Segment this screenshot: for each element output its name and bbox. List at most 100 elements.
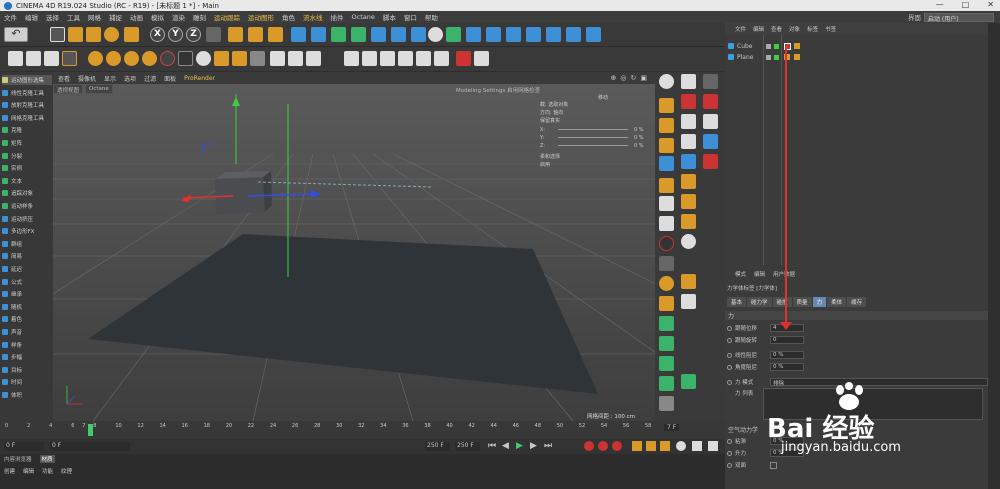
undo-button[interactable]: ↶ [4,27,28,42]
deformer-bend-icon[interactable] [703,74,718,89]
viewport-menu-item[interactable]: 过滤 [144,74,156,83]
plugin-6-icon[interactable] [434,51,449,66]
menu-item[interactable]: 工具 [67,12,80,22]
mograph-tool-item[interactable]: 克隆 [2,125,52,135]
play-icon[interactable]: ▶ [516,441,523,451]
tag-white-icon[interactable] [681,294,696,309]
mograph-tool-item[interactable]: 体积 [2,390,52,400]
two-sided-checkbox[interactable] [770,461,777,469]
timeline-playhead[interactable] [88,424,93,436]
plugin-4-icon[interactable] [398,51,413,66]
deformer-icon[interactable] [371,27,386,42]
mograph-tool-item[interactable]: 声音 [2,327,52,337]
attribute-menu-item[interactable]: 编辑 [754,270,765,280]
sphere-icon[interactable] [659,74,674,89]
octane-fog-icon[interactable] [288,51,303,66]
lift-field[interactable]: 0 % [770,449,804,457]
mograph-tool-item[interactable]: 群组 [2,239,52,249]
menu-item[interactable]: 选择 [46,12,59,22]
menu-item[interactable]: 文件 [4,12,17,22]
octane-geo-icon[interactable] [270,51,285,66]
record-icon[interactable] [584,441,594,451]
x-slider[interactable] [558,129,628,130]
heart-icon[interactable] [681,234,696,249]
mograph-tool-item[interactable]: 着色 [2,314,52,324]
visibility-icon[interactable] [766,54,771,60]
viewport-rotate-icon[interactable]: ↻ [631,74,637,82]
object-manager-menu-item[interactable]: 查看 [771,25,782,33]
mograph-tool-item[interactable]: 实例 [2,163,52,173]
octane-volume-icon[interactable] [232,51,247,66]
menu-item[interactable]: 网格 [88,12,101,22]
attribute-tab[interactable]: 柔体 [827,297,847,307]
modeling-axis-icon[interactable] [659,316,674,331]
mograph-tool-item[interactable]: 时间 [2,377,52,387]
angular-damping-field[interactable]: 0 % [770,363,804,371]
material-tag-icon[interactable] [794,43,800,49]
mograph-tool-item[interactable]: 步幅 [2,352,52,362]
menu-item[interactable]: 插件 [331,12,344,22]
octane-object-icon[interactable] [178,51,193,66]
c-hook-icon[interactable] [681,154,696,169]
rotate-tool-icon[interactable] [104,27,119,42]
select-tool-icon[interactable] [50,27,65,42]
new-scene-icon[interactable] [8,51,23,66]
menu-item[interactable]: 角色 [282,12,295,22]
tag-orange-3-icon[interactable] [681,214,696,229]
attribute-tab[interactable]: 碰力学 [747,297,772,307]
3d-viewport[interactable]: 透视视图 Octane Modeling Settings 启用网格检查 移动 截… [53,84,655,421]
mograph-tool-item[interactable]: 样条 [2,340,52,350]
viewport-menu-item[interactable]: 面板 [164,74,176,83]
object-manager-menu-item[interactable]: 书签 [825,25,836,33]
menu-item[interactable]: 捕捉 [109,12,122,22]
octane-tag-icon[interactable] [214,51,229,66]
attribute-tab[interactable]: 缓存 [847,297,867,307]
attribute-tab[interactable]: 基本 [727,297,747,307]
material-menu-texture[interactable]: 纹理 [61,467,72,475]
texture-mode-icon[interactable] [659,178,674,193]
camera-icon[interactable] [411,27,426,42]
octane-aov-icon[interactable] [306,51,321,66]
workplane-icon[interactable] [586,27,601,42]
key-position-icon[interactable] [632,441,642,451]
object-manager-menu-item[interactable]: 对象 [789,25,800,33]
mograph-tool-item[interactable]: 矩阵 [2,138,52,148]
follow-rotation-field[interactable]: 0 [770,336,804,344]
menu-item[interactable]: 模拟 [151,12,164,22]
mograph-tool-item[interactable]: 运动图形选集 [2,75,52,85]
z-slider[interactable] [558,145,628,146]
visibility-icon[interactable] [766,43,771,49]
force-list[interactable] [763,388,983,420]
mograph-tool-item[interactable]: 目标 [2,365,52,375]
octane-light-icon[interactable] [142,51,157,66]
anim-dot-icon[interactable] [727,325,732,331]
menu-item[interactable]: 脚本 [383,12,396,22]
anim-dot-icon[interactable] [727,450,732,456]
mograph-tool-item[interactable]: 文本 [2,176,52,186]
recent-tool-icon[interactable] [124,27,139,42]
mograph-tool-item[interactable]: 放射克隆工具 [2,100,52,110]
scale-tool-icon[interactable] [86,27,101,42]
tag-orange-1-icon[interactable] [681,174,696,189]
material-menu-create[interactable]: 创建 [4,467,15,475]
viewport-tab[interactable]: 透视视图 [53,84,84,94]
move-tool-icon[interactable] [68,27,83,42]
mograph-tool-item[interactable]: 随机 [2,302,52,312]
start-frame-field[interactable]: 0 F [4,442,44,451]
y-axis-button[interactable]: Y [168,27,183,42]
object-manager-menu-item[interactable]: 文件 [735,25,746,33]
points-mode-icon[interactable] [486,27,501,42]
plugin-8-icon[interactable] [474,51,489,66]
light-icon[interactable] [428,27,443,42]
plugin-5-icon[interactable] [416,51,431,66]
uv-mode-icon[interactable] [546,27,561,42]
snap-grid-icon[interactable] [659,296,674,311]
check-icon[interactable] [774,54,779,60]
mograph-tool-item[interactable]: 线性克隆工具 [2,88,52,98]
deformer-red-icon[interactable] [703,94,718,109]
mograph-tool-item[interactable]: 多边形FX [2,226,52,236]
check-icon[interactable] [774,43,779,49]
menu-item[interactable]: 运动跟踪 [214,12,240,22]
axis-mode-icon[interactable] [659,196,674,211]
save-icon[interactable] [26,51,41,66]
